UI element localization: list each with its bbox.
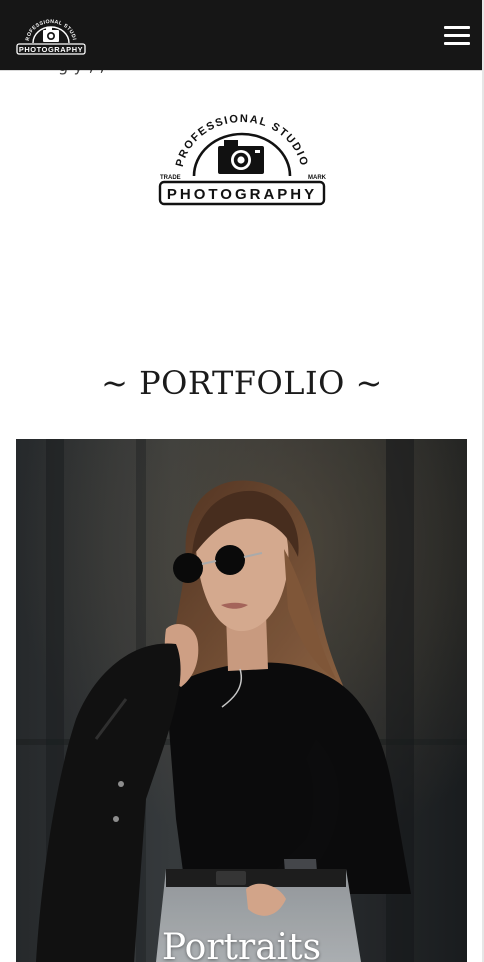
camera-logo-icon: PROFESSIONAL STUDIO PHOTOGRAPHY bbox=[14, 11, 86, 55]
header-logo-link[interactable]: PROFESSIONAL STUDIO PHOTOGRAPHY bbox=[14, 11, 86, 55]
site-header: PROFESSIONAL STUDIO PHOTOGRAPHY bbox=[0, 0, 484, 70]
hamburger-menu-button[interactable] bbox=[444, 21, 470, 49]
portfolio-card-label: Portraits bbox=[161, 927, 322, 962]
hamburger-icon-bar bbox=[444, 25, 470, 29]
brand-right-tag: MARK bbox=[308, 175, 327, 181]
portrait-photo bbox=[16, 439, 467, 962]
camera-brand-logo-icon: PROFESSIONAL STUDIO TRADE MARK PHOTOGRAP… bbox=[158, 113, 327, 206]
portfolio-card-portraits[interactable]: Portraits bbox=[16, 439, 467, 962]
brand-logo: PROFESSIONAL STUDIO TRADE MARK PHOTOGRAP… bbox=[156, 112, 328, 208]
hamburger-icon-bar bbox=[444, 33, 470, 37]
brand-left-tag: TRADE bbox=[160, 175, 181, 181]
portfolio-heading: ~ PORTFOLIO ~ bbox=[101, 364, 383, 402]
header-logo-word: PHOTOGRAPHY bbox=[19, 45, 83, 54]
hamburger-icon-bar bbox=[444, 41, 470, 45]
brand-word: PHOTOGRAPHY bbox=[167, 186, 317, 203]
